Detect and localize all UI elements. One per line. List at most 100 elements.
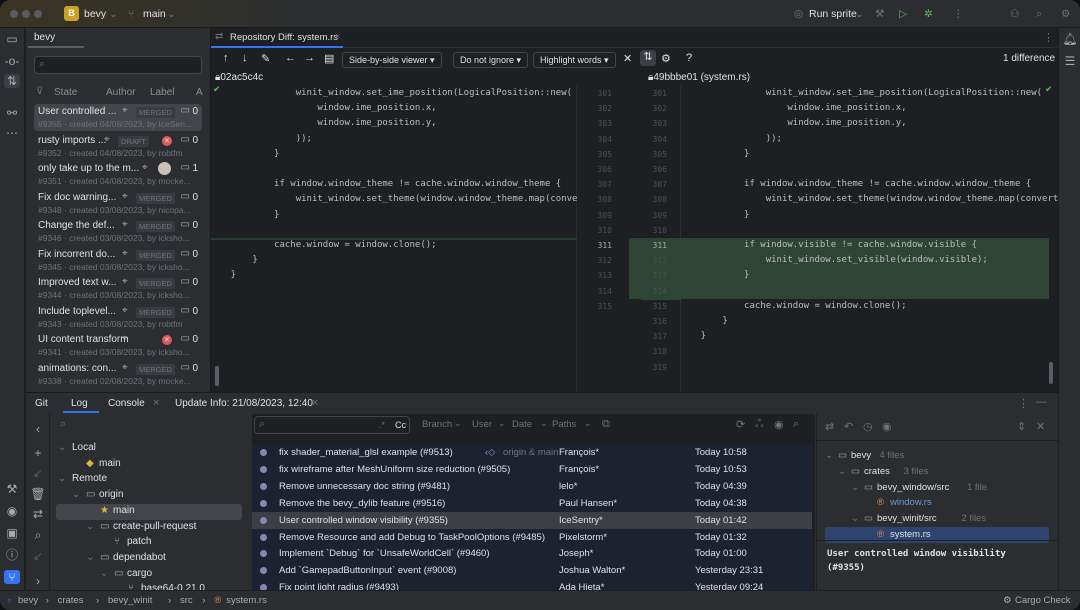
bottom-tab-2[interactable]: Console xyxy=(108,398,145,409)
branch-tree-item[interactable]: Local xyxy=(72,440,96,456)
add-user-icon[interactable]: ⚇ xyxy=(1010,8,1019,20)
chevron-down-icon[interactable]: ⌄ xyxy=(58,440,66,456)
pr-list-item[interactable]: UI content transform #9341 · created 03/0… xyxy=(34,332,202,359)
changed-file-item[interactable]: crates xyxy=(864,464,890,480)
branch-tree-item[interactable]: cargo xyxy=(127,566,152,582)
expand-right-icon[interactable]: › xyxy=(30,574,46,588)
branch-tree-item[interactable]: create-pull-request xyxy=(113,519,196,535)
commit-icon[interactable]: -o- xyxy=(4,54,20,68)
branch-tree-item[interactable]: main xyxy=(113,503,135,519)
pr-panel-tab[interactable]: bevy xyxy=(34,32,55,43)
close-tab-icon[interactable]: × xyxy=(312,397,318,409)
log-search-input[interactable]: ⌕ .* Cc xyxy=(254,416,410,434)
chevron-down-icon[interactable]: ⌄ xyxy=(100,566,108,582)
search-icon[interactable]: ⌕ xyxy=(793,418,799,431)
database-icon[interactable]: ☰ xyxy=(1062,54,1078,68)
search-icon[interactable]: ⌕ xyxy=(30,528,46,542)
project-selector[interactable]: bevy xyxy=(84,8,106,20)
history-clock-icon[interactable]: ◷ xyxy=(863,420,873,433)
scrollbar[interactable] xyxy=(1049,362,1053,384)
run-icon[interactable]: ▷ xyxy=(899,8,907,20)
revert-icon[interactable]: ↶ xyxy=(844,420,853,433)
log-filter-date[interactable]: Date xyxy=(512,419,532,430)
build-icon[interactable]: ⚒ xyxy=(4,482,20,496)
run-config-selector[interactable]: Run sprite xyxy=(809,8,857,20)
cherry-pick-icon[interactable]: ஃ xyxy=(755,418,764,432)
more-horizontal-icon[interactable]: ⋯ xyxy=(4,126,20,140)
branch-selector[interactable]: main xyxy=(143,8,166,20)
pr-list-item[interactable]: Change the def... #9346 · created 03/08/2… xyxy=(34,218,202,245)
bottom-tab-3[interactable]: Update Info: 21/08/2023, 12:40 xyxy=(175,398,313,409)
commit-row[interactable]: Add `GamepadButtonInput` event (#9008) Jo… xyxy=(252,562,812,580)
collapse-all-icon[interactable]: ✕ xyxy=(1036,420,1045,433)
problems-icon[interactable]: ⓘ xyxy=(4,548,20,562)
chevron-down-icon[interactable]: ⌄ xyxy=(825,448,833,464)
bottom-tab-1[interactable]: Log xyxy=(71,398,88,409)
settings-gear-icon[interactable]: ⚙ xyxy=(1061,8,1070,20)
eye-icon[interactable]: ◉ xyxy=(882,420,892,433)
more-vertical-icon[interactable]: ⋮ xyxy=(953,8,964,20)
notifications-bell-icon[interactable]: 🔔︎ xyxy=(1062,32,1078,46)
build-hammer-icon[interactable]: ⚒ xyxy=(875,8,884,20)
delete-icon[interactable]: 🗑︎ xyxy=(30,487,46,501)
refresh-icon[interactable]: ⟳ xyxy=(736,418,745,431)
close-tab-icon[interactable]: × xyxy=(153,397,159,409)
filter-state[interactable]: State xyxy=(54,87,77,98)
branch-tree-item[interactable]: dependabot xyxy=(113,550,166,566)
debug-bug-icon[interactable]: ✲ xyxy=(924,8,933,20)
regex-toggle[interactable]: .* xyxy=(379,420,385,430)
branch-tree-item[interactable]: main xyxy=(99,456,121,472)
commit-row[interactable]: Remove Resource and add Debug to TaskPoo… xyxy=(252,528,812,546)
log-filter-paths[interactable]: Paths xyxy=(552,419,576,430)
pr-list-item[interactable]: Fix incorrent do... #9345 · created 03/08… xyxy=(34,247,202,274)
chevron-down-icon[interactable]: ⌄ xyxy=(851,480,859,496)
services-icon[interactable]: ◉ xyxy=(4,504,20,518)
commit-row[interactable]: Remove the bevy_dylib feature (#9516) Pau… xyxy=(252,494,812,512)
log-filter-branch[interactable]: Branch xyxy=(422,419,452,430)
commit-row[interactable]: fix wireframe after MeshUniform size red… xyxy=(252,460,812,478)
changed-file-item[interactable]: bevy_winit/src xyxy=(877,511,937,527)
breadcrumb-item[interactable]: system.rs xyxy=(226,595,267,606)
commit-row[interactable]: Implement `Debug` for `UnsafeWorldCell` … xyxy=(252,545,812,563)
breadcrumb-item[interactable]: bevy_winit xyxy=(108,595,152,606)
bottom-tab-0[interactable]: Git xyxy=(35,398,48,409)
pull-requests-icon[interactable]: ⇅ xyxy=(4,74,20,88)
close-window-button[interactable] xyxy=(10,10,18,18)
breadcrumb-item[interactable]: bevy xyxy=(18,595,38,606)
checkout-icon[interactable]: ↙ xyxy=(30,466,46,480)
eye-icon[interactable]: ◉ xyxy=(774,418,784,431)
filter-label[interactable]: Label xyxy=(150,87,174,98)
pr-list-item[interactable]: Fix doc warning... #9348 · created 03/08/… xyxy=(34,190,202,217)
pr-search-input[interactable]: ⌕ xyxy=(34,56,202,74)
pr-list-item[interactable]: only take up to the m... #9351 · created … xyxy=(34,161,202,188)
changed-file-item[interactable]: bevy xyxy=(851,448,871,464)
changed-file-item[interactable]: bevy_window/src xyxy=(877,480,949,496)
chevron-down-icon[interactable]: ⌄ xyxy=(851,511,859,527)
fetch-icon[interactable]: ⇄ xyxy=(30,507,46,521)
chevron-down-icon[interactable]: ⌄ xyxy=(72,487,80,503)
scrollbar[interactable] xyxy=(215,366,219,386)
pr-list-item[interactable]: Improved text w... #9344 · created 03/08/… xyxy=(34,275,202,302)
collapse-left-icon[interactable]: ‹ xyxy=(30,422,46,436)
expand-icon[interactable]: ↙ xyxy=(30,549,46,563)
breadcrumb-item[interactable]: crates xyxy=(58,595,84,606)
commit-row[interactable]: Remove unnecessary doc string (#9481) lel… xyxy=(252,477,812,495)
new-tab-icon[interactable]: ⧉ xyxy=(602,418,610,431)
match-case-toggle[interactable]: Cc xyxy=(395,420,406,430)
structure-icon[interactable]: ⚯ xyxy=(4,106,20,120)
branch-tree-item[interactable]: Remote xyxy=(72,471,107,487)
chevron-down-icon[interactable]: ⌄ xyxy=(838,464,846,480)
changed-file-item[interactable]: window.rs xyxy=(890,495,932,511)
log-filter-user[interactable]: User xyxy=(472,419,492,430)
commit-row[interactable]: User controlled window visibility (#9355… xyxy=(252,511,812,529)
minimize-window-button[interactable] xyxy=(22,10,30,18)
expand-all-icon[interactable]: ⇕ xyxy=(1017,420,1026,433)
pr-list-item[interactable]: Include toplevel... #9343 · created 03/08… xyxy=(34,304,202,331)
pr-list-item[interactable]: User controlled ... #9355 · created 04/08… xyxy=(34,104,202,131)
zoom-window-button[interactable] xyxy=(34,10,42,18)
chevron-down-icon[interactable]: ⌄ xyxy=(58,471,66,487)
more-vertical-icon[interactable]: ⋮ xyxy=(1018,397,1029,410)
filter-author[interactable]: Author xyxy=(106,87,135,98)
branch-tree-item[interactable]: patch xyxy=(127,534,151,550)
pr-list-item[interactable]: rusty imports ... #9352 · created 04/08/2… xyxy=(34,133,202,160)
